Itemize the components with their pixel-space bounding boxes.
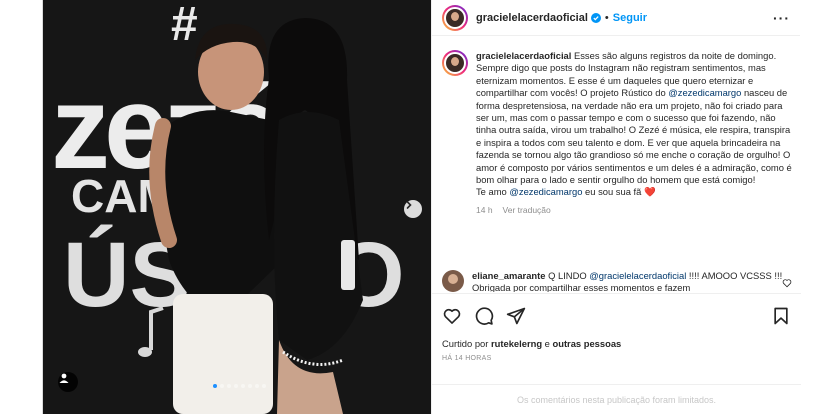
caption-text: gracielelacerdaoficial Esses são alguns …: [476, 50, 792, 199]
header-separator: •: [604, 11, 609, 24]
likes-middle: e: [542, 338, 553, 349]
likes-summary[interactable]: Curtido por rutekelerng e outras pessoas: [442, 338, 621, 349]
carousel-next-button[interactable]: [404, 200, 422, 218]
like-comment-icon[interactable]: [782, 278, 792, 288]
carousel-dot: [220, 384, 224, 388]
avatar-image: [444, 6, 466, 29]
post-time-ago[interactable]: HÁ 14 HORAS: [442, 355, 492, 362]
comment-body: Q LINDO: [545, 270, 590, 281]
comment-username[interactable]: eliane_amarante: [472, 270, 545, 281]
follow-button[interactable]: Seguir: [613, 12, 647, 24]
backdrop-hash: #: [171, 0, 198, 51]
more-options-icon[interactable]: ···: [773, 10, 790, 26]
caption-mention[interactable]: @zezedicamargo: [668, 87, 741, 98]
heart-icon[interactable]: [442, 306, 462, 326]
comment-avatar[interactable]: [442, 270, 464, 292]
carousel-dots: [213, 384, 266, 388]
comment-item: eliane_amarante Q LINDO @gracielelacerda…: [442, 270, 792, 292]
header-avatar[interactable]: [442, 4, 468, 31]
post-photo[interactable]: # zezé CAM ÚS O: [43, 0, 431, 414]
comment-mention[interactable]: @gracielelacerdaoficial: [589, 270, 686, 281]
post-caption: gracielelacerdaoficial Esses são alguns …: [442, 50, 792, 215]
post-header: gracielelacerdaoficial • Seguir ···: [432, 0, 800, 36]
carousel-dot: [255, 384, 259, 388]
user-icon: [59, 373, 69, 383]
post-sidebar: gracielelacerdaoficial • Seguir ··· grac…: [431, 0, 801, 414]
chevron-right-icon: [406, 201, 412, 209]
see-translation-link[interactable]: Ver tradução: [503, 205, 551, 215]
caption-part3: Te amo: [476, 186, 510, 198]
caption-avatar[interactable]: [442, 50, 468, 76]
avatar-image: [444, 52, 466, 74]
carousel-dot: [213, 384, 217, 388]
share-icon[interactable]: [506, 306, 526, 326]
heart-emoji: ❤️: [643, 186, 656, 198]
photo-illustration: # zezé CAM ÚS O: [43, 0, 431, 414]
caption-time[interactable]: 14 h: [476, 205, 493, 215]
comments-limited-notice: Os comentários nesta publicação foram li…: [432, 384, 801, 414]
caption-mention[interactable]: @zezedicamargo: [509, 186, 582, 197]
carousel-dot: [248, 384, 252, 388]
likes-others[interactable]: outras pessoas: [552, 338, 621, 349]
tagged-users-button[interactable]: [58, 372, 78, 392]
carousel-dot: [227, 384, 231, 388]
caption-username[interactable]: gracielelacerdaoficial: [476, 50, 571, 61]
carousel-dot: [241, 384, 245, 388]
caption-part2: nasceu de forma despretensiosa, na verda…: [476, 87, 792, 186]
carousel-dot: [262, 384, 266, 388]
comment-text: eliane_amarante Q LINDO @gracielelacerda…: [472, 270, 792, 292]
caption-meta: 14 h Ver tradução: [476, 205, 792, 215]
header-username[interactable]: gracielelacerdaoficial: [476, 12, 588, 24]
post-modal: # zezé CAM ÚS O: [42, 0, 801, 414]
carousel-dot: [234, 384, 238, 388]
likes-user[interactable]: rutekelerng: [491, 338, 542, 349]
comment-icon[interactable]: [474, 306, 494, 326]
action-bar: [432, 293, 801, 337]
likes-prefix: Curtido por: [442, 338, 491, 349]
caption-part4: eu sou sua fã: [582, 186, 644, 198]
verified-badge-icon: [590, 12, 601, 23]
bookmark-icon[interactable]: [771, 306, 791, 326]
